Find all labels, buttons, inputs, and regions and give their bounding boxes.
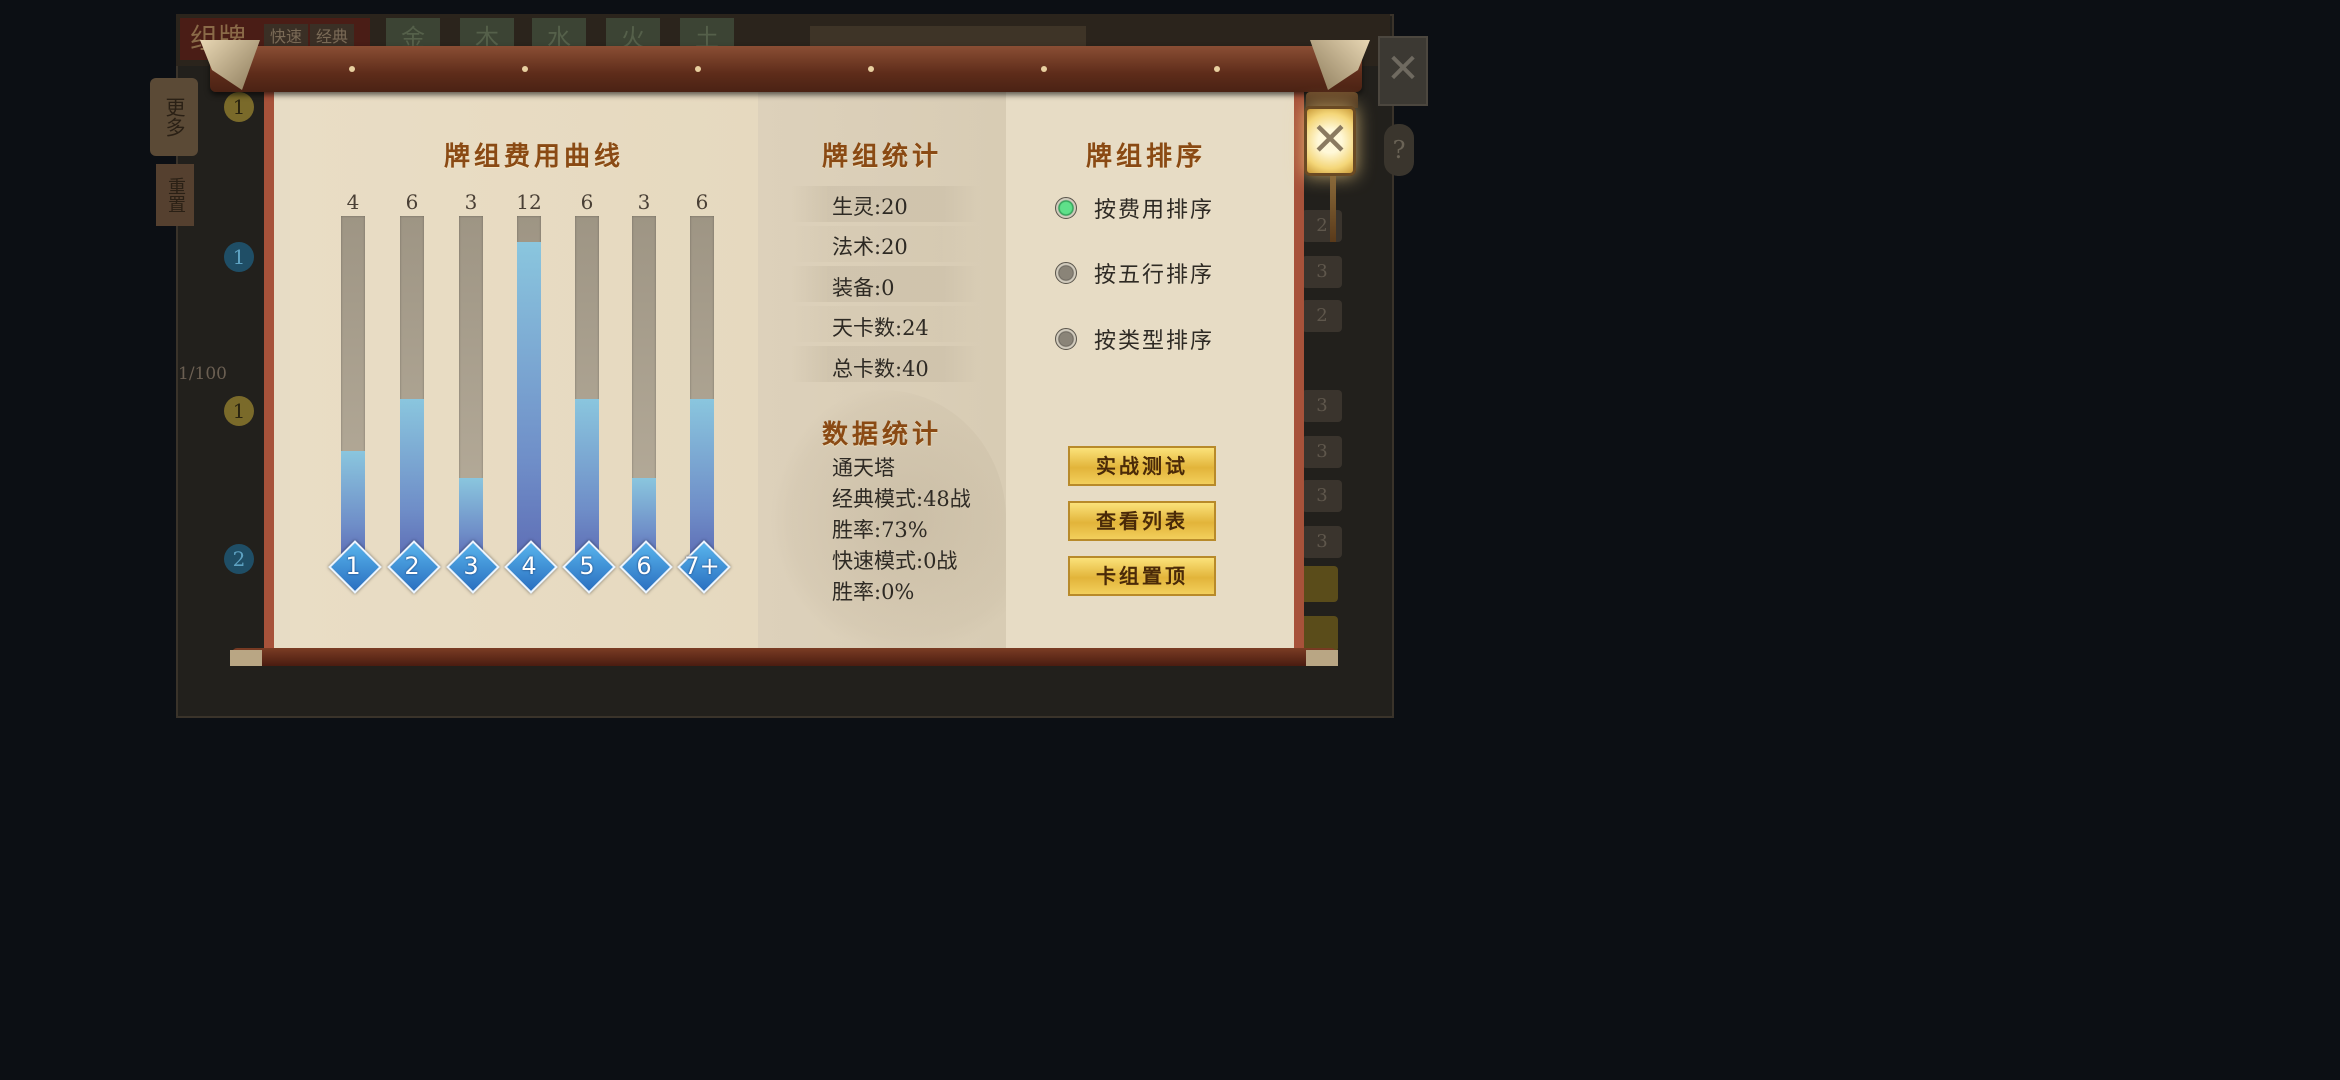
- cost-tick-label: 4: [521, 552, 537, 580]
- background-page-indicator: 1/100: [178, 364, 227, 384]
- background-cost-badge: 1: [224, 92, 254, 122]
- background-count-tag: 3: [1302, 390, 1342, 422]
- rod-stud: [868, 66, 874, 72]
- bar-count-label: 3: [464, 190, 478, 214]
- deck-sort-title: 牌组排序: [1086, 142, 1207, 172]
- bar: [517, 242, 541, 556]
- cost-tick-label: 7+: [684, 552, 720, 580]
- rod-stud: [1214, 66, 1220, 72]
- background-count-tag: 3: [1302, 436, 1342, 468]
- bar-count-label: 3: [637, 190, 651, 214]
- stat-equipment: 装备:0: [832, 276, 895, 300]
- background-cost-badge: 1: [224, 242, 254, 272]
- bar: [400, 399, 424, 556]
- stat-spells: 法术:20: [832, 235, 908, 259]
- sort-by-cost-radio[interactable]: [1055, 197, 1077, 219]
- background-count-tag: 3: [1302, 526, 1342, 558]
- cost-tick-label: 1: [345, 552, 361, 580]
- pin-deck-button[interactable]: 卡组置顶: [1068, 556, 1216, 596]
- background-reset-button[interactable]: 重置: [156, 164, 194, 226]
- background-cost-badge: 1: [224, 396, 254, 426]
- sort-by-element-radio[interactable]: [1055, 262, 1077, 284]
- sort-by-type-radio[interactable]: [1055, 328, 1077, 350]
- rod-stud: [349, 66, 355, 72]
- cost-tick-label: 2: [404, 552, 420, 580]
- data-tower-label: 通天塔: [832, 456, 895, 480]
- cost-tick-label: 6: [636, 552, 652, 580]
- scroll-bottom-cap-right: [1306, 650, 1338, 666]
- background-cost-badge: 2: [224, 544, 254, 574]
- cost-tick-label: 3: [463, 552, 479, 580]
- rod-stud: [522, 66, 528, 72]
- background-count-tag: 2: [1302, 300, 1342, 332]
- deck-stats-title: 牌组统计: [822, 142, 943, 172]
- background-count-tag: 3: [1302, 480, 1342, 512]
- cost-curve-title: 牌组费用曲线: [444, 142, 625, 172]
- background-count-tag: 2: [1302, 210, 1342, 242]
- scroll-bottom-rod: [232, 648, 1336, 666]
- sort-by-cost-label[interactable]: 按费用排序: [1094, 192, 1214, 224]
- stat-creatures: 生灵:20: [832, 195, 908, 219]
- close-icon[interactable]: ✕: [1306, 110, 1354, 168]
- rod-stud: [695, 66, 701, 72]
- stat-heaven-cards: 天卡数:24: [832, 316, 929, 340]
- battle-test-button[interactable]: 实战测试: [1068, 446, 1216, 486]
- sort-by-type-label[interactable]: 按类型排序: [1094, 323, 1214, 355]
- data-classic-winrate: 胜率:73%: [832, 518, 928, 542]
- bar-count-label: 12: [516, 190, 542, 214]
- scroll-top-rod: [210, 46, 1362, 92]
- data-quick-winrate: 胜率:0%: [832, 580, 915, 604]
- stat-total-cards: 总卡数:40: [832, 357, 929, 381]
- scroll-bottom-cap-left: [230, 650, 262, 666]
- data-classic-battles: 经典模式:48战: [832, 487, 971, 511]
- sort-by-element-label[interactable]: 按五行排序: [1094, 257, 1214, 289]
- lantern-tassel: [1330, 176, 1336, 242]
- bar-count-label: 6: [405, 190, 419, 214]
- bar-count-label: 6: [580, 190, 594, 214]
- data-quick-battles: 快速模式:0战: [832, 549, 958, 573]
- cost-tick-label: 5: [579, 552, 595, 580]
- background-more-button[interactable]: 更多: [150, 78, 198, 156]
- background-close-icon: ✕: [1378, 36, 1428, 106]
- bar-count-label: 4: [346, 190, 360, 214]
- background-count-tag: 3: [1302, 256, 1342, 288]
- bar: [690, 399, 714, 556]
- data-stats-title: 数据统计: [822, 420, 943, 450]
- rod-stud: [1041, 66, 1047, 72]
- background-help-icon: ?: [1384, 124, 1414, 176]
- bar-count-label: 6: [695, 190, 709, 214]
- view-list-button[interactable]: 查看列表: [1068, 501, 1216, 541]
- bar: [575, 399, 599, 556]
